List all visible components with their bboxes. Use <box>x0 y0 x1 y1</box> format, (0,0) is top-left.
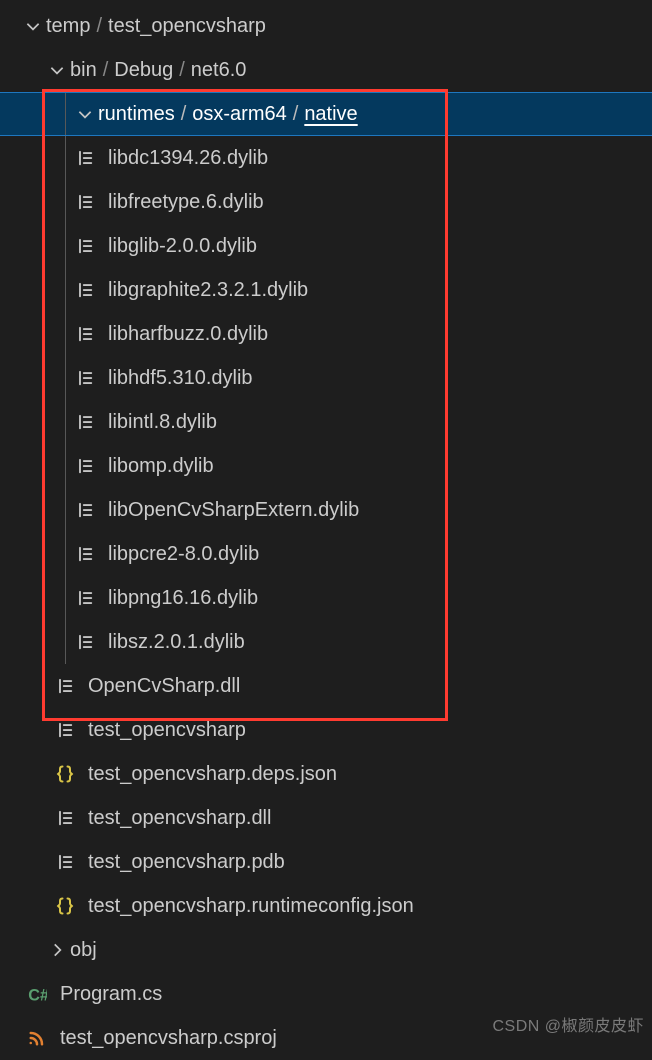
file-tree: temp / test_opencvsharp bin / Debug / ne… <box>0 0 652 1060</box>
file-row-dylib[interactable]: libharfbuzz.0.dylib <box>0 312 652 356</box>
lines-icon <box>72 365 98 391</box>
folder-row-bin[interactable]: bin / Debug / net6.0 <box>0 48 652 92</box>
lines-icon <box>52 805 78 831</box>
file-row[interactable]: C# Program.cs <box>0 972 652 1016</box>
folder-label: net6.0 <box>191 59 247 82</box>
file-label: Program.cs <box>60 983 162 1006</box>
braces-icon <box>52 761 78 787</box>
file-row-dylib[interactable]: libOpenCvSharpExtern.dylib <box>0 488 652 532</box>
folder-label: runtimes <box>98 103 175 126</box>
lines-icon <box>72 189 98 215</box>
chevron-down-icon <box>20 13 46 39</box>
file-row-dylib[interactable]: libfreetype.6.dylib <box>0 180 652 224</box>
file-label: test_opencvsharp.runtimeconfig.json <box>88 895 414 918</box>
lines-icon <box>52 717 78 743</box>
lines-icon <box>72 585 98 611</box>
file-row[interactable]: test_opencvsharp.runtimeconfig.json <box>0 884 652 928</box>
file-label: libOpenCvSharpExtern.dylib <box>108 499 359 522</box>
file-label: libharfbuzz.0.dylib <box>108 323 268 346</box>
file-label: libpng16.16.dylib <box>108 587 258 610</box>
folder-row-runtimes[interactable]: runtimes / osx-arm64 / native <box>0 92 652 136</box>
file-label: test_opencvsharp.pdb <box>88 851 285 874</box>
braces-icon <box>52 893 78 919</box>
file-row-dylib[interactable]: libsz.2.0.1.dylib <box>0 620 652 664</box>
file-row[interactable]: test_opencvsharp.dll <box>0 796 652 840</box>
file-label: libomp.dylib <box>108 455 214 478</box>
chevron-right-icon <box>44 937 70 963</box>
file-row[interactable]: OpenCvSharp.dll <box>0 664 652 708</box>
file-label: libpcre2-8.0.dylib <box>108 543 259 566</box>
lines-icon <box>72 145 98 171</box>
file-label: libintl.8.dylib <box>108 411 217 434</box>
path-separator: / <box>293 103 299 126</box>
cs-icon: C# <box>24 981 50 1007</box>
chevron-down-icon <box>72 101 98 127</box>
file-row-dylib[interactable]: libhdf5.310.dylib <box>0 356 652 400</box>
folder-row-root[interactable]: temp / test_opencvsharp <box>0 4 652 48</box>
rss-icon <box>24 1025 50 1051</box>
watermark-text: CSDN @椒颜皮皮虾 <box>492 1012 644 1036</box>
chevron-down-icon <box>44 57 70 83</box>
lines-icon <box>52 673 78 699</box>
path-separator: / <box>181 103 187 126</box>
folder-label-current: native <box>304 103 357 126</box>
folder-label: bin <box>70 59 97 82</box>
file-row-dylib[interactable]: libpcre2-8.0.dylib <box>0 532 652 576</box>
file-row-dylib[interactable]: libglib-2.0.0.dylib <box>0 224 652 268</box>
lines-icon <box>72 541 98 567</box>
file-label: libhdf5.310.dylib <box>108 367 253 390</box>
file-label: libsz.2.0.1.dylib <box>108 631 245 654</box>
file-row[interactable]: test_opencvsharp <box>0 708 652 752</box>
lines-icon <box>72 629 98 655</box>
file-row-dylib[interactable]: libomp.dylib <box>0 444 652 488</box>
lines-icon <box>72 453 98 479</box>
folder-row-obj[interactable]: obj <box>0 928 652 972</box>
path-separator: / <box>103 59 109 82</box>
file-label: libglib-2.0.0.dylib <box>108 235 257 258</box>
file-row-dylib[interactable]: libpng16.16.dylib <box>0 576 652 620</box>
path-separator: / <box>179 59 185 82</box>
file-label: libgraphite2.3.2.1.dylib <box>108 279 308 302</box>
lines-icon <box>72 321 98 347</box>
file-label: test_opencvsharp.csproj <box>60 1027 277 1050</box>
lines-icon <box>72 233 98 259</box>
file-row-dylib[interactable]: libgraphite2.3.2.1.dylib <box>0 268 652 312</box>
file-row-dylib[interactable]: libintl.8.dylib <box>0 400 652 444</box>
file-row[interactable]: test_opencvsharp.pdb <box>0 840 652 884</box>
folder-label: obj <box>70 939 97 962</box>
file-label: libdc1394.26.dylib <box>108 147 268 170</box>
file-label: test_opencvsharp.deps.json <box>88 763 337 786</box>
folder-label: osx-arm64 <box>192 103 286 126</box>
folder-label: test_opencvsharp <box>108 15 266 38</box>
file-label: libfreetype.6.dylib <box>108 191 264 214</box>
path-separator: / <box>96 15 102 38</box>
lines-icon <box>72 497 98 523</box>
lines-icon <box>52 849 78 875</box>
file-label: test_opencvsharp <box>88 719 246 742</box>
file-label: test_opencvsharp.dll <box>88 807 271 830</box>
lines-icon <box>72 409 98 435</box>
file-row[interactable]: test_opencvsharp.deps.json <box>0 752 652 796</box>
folder-label: Debug <box>114 59 173 82</box>
lines-icon <box>72 277 98 303</box>
file-label: OpenCvSharp.dll <box>88 675 240 698</box>
folder-label: temp <box>46 15 90 38</box>
svg-text:C#: C# <box>28 986 47 1004</box>
file-row-dylib[interactable]: libdc1394.26.dylib <box>0 136 652 180</box>
